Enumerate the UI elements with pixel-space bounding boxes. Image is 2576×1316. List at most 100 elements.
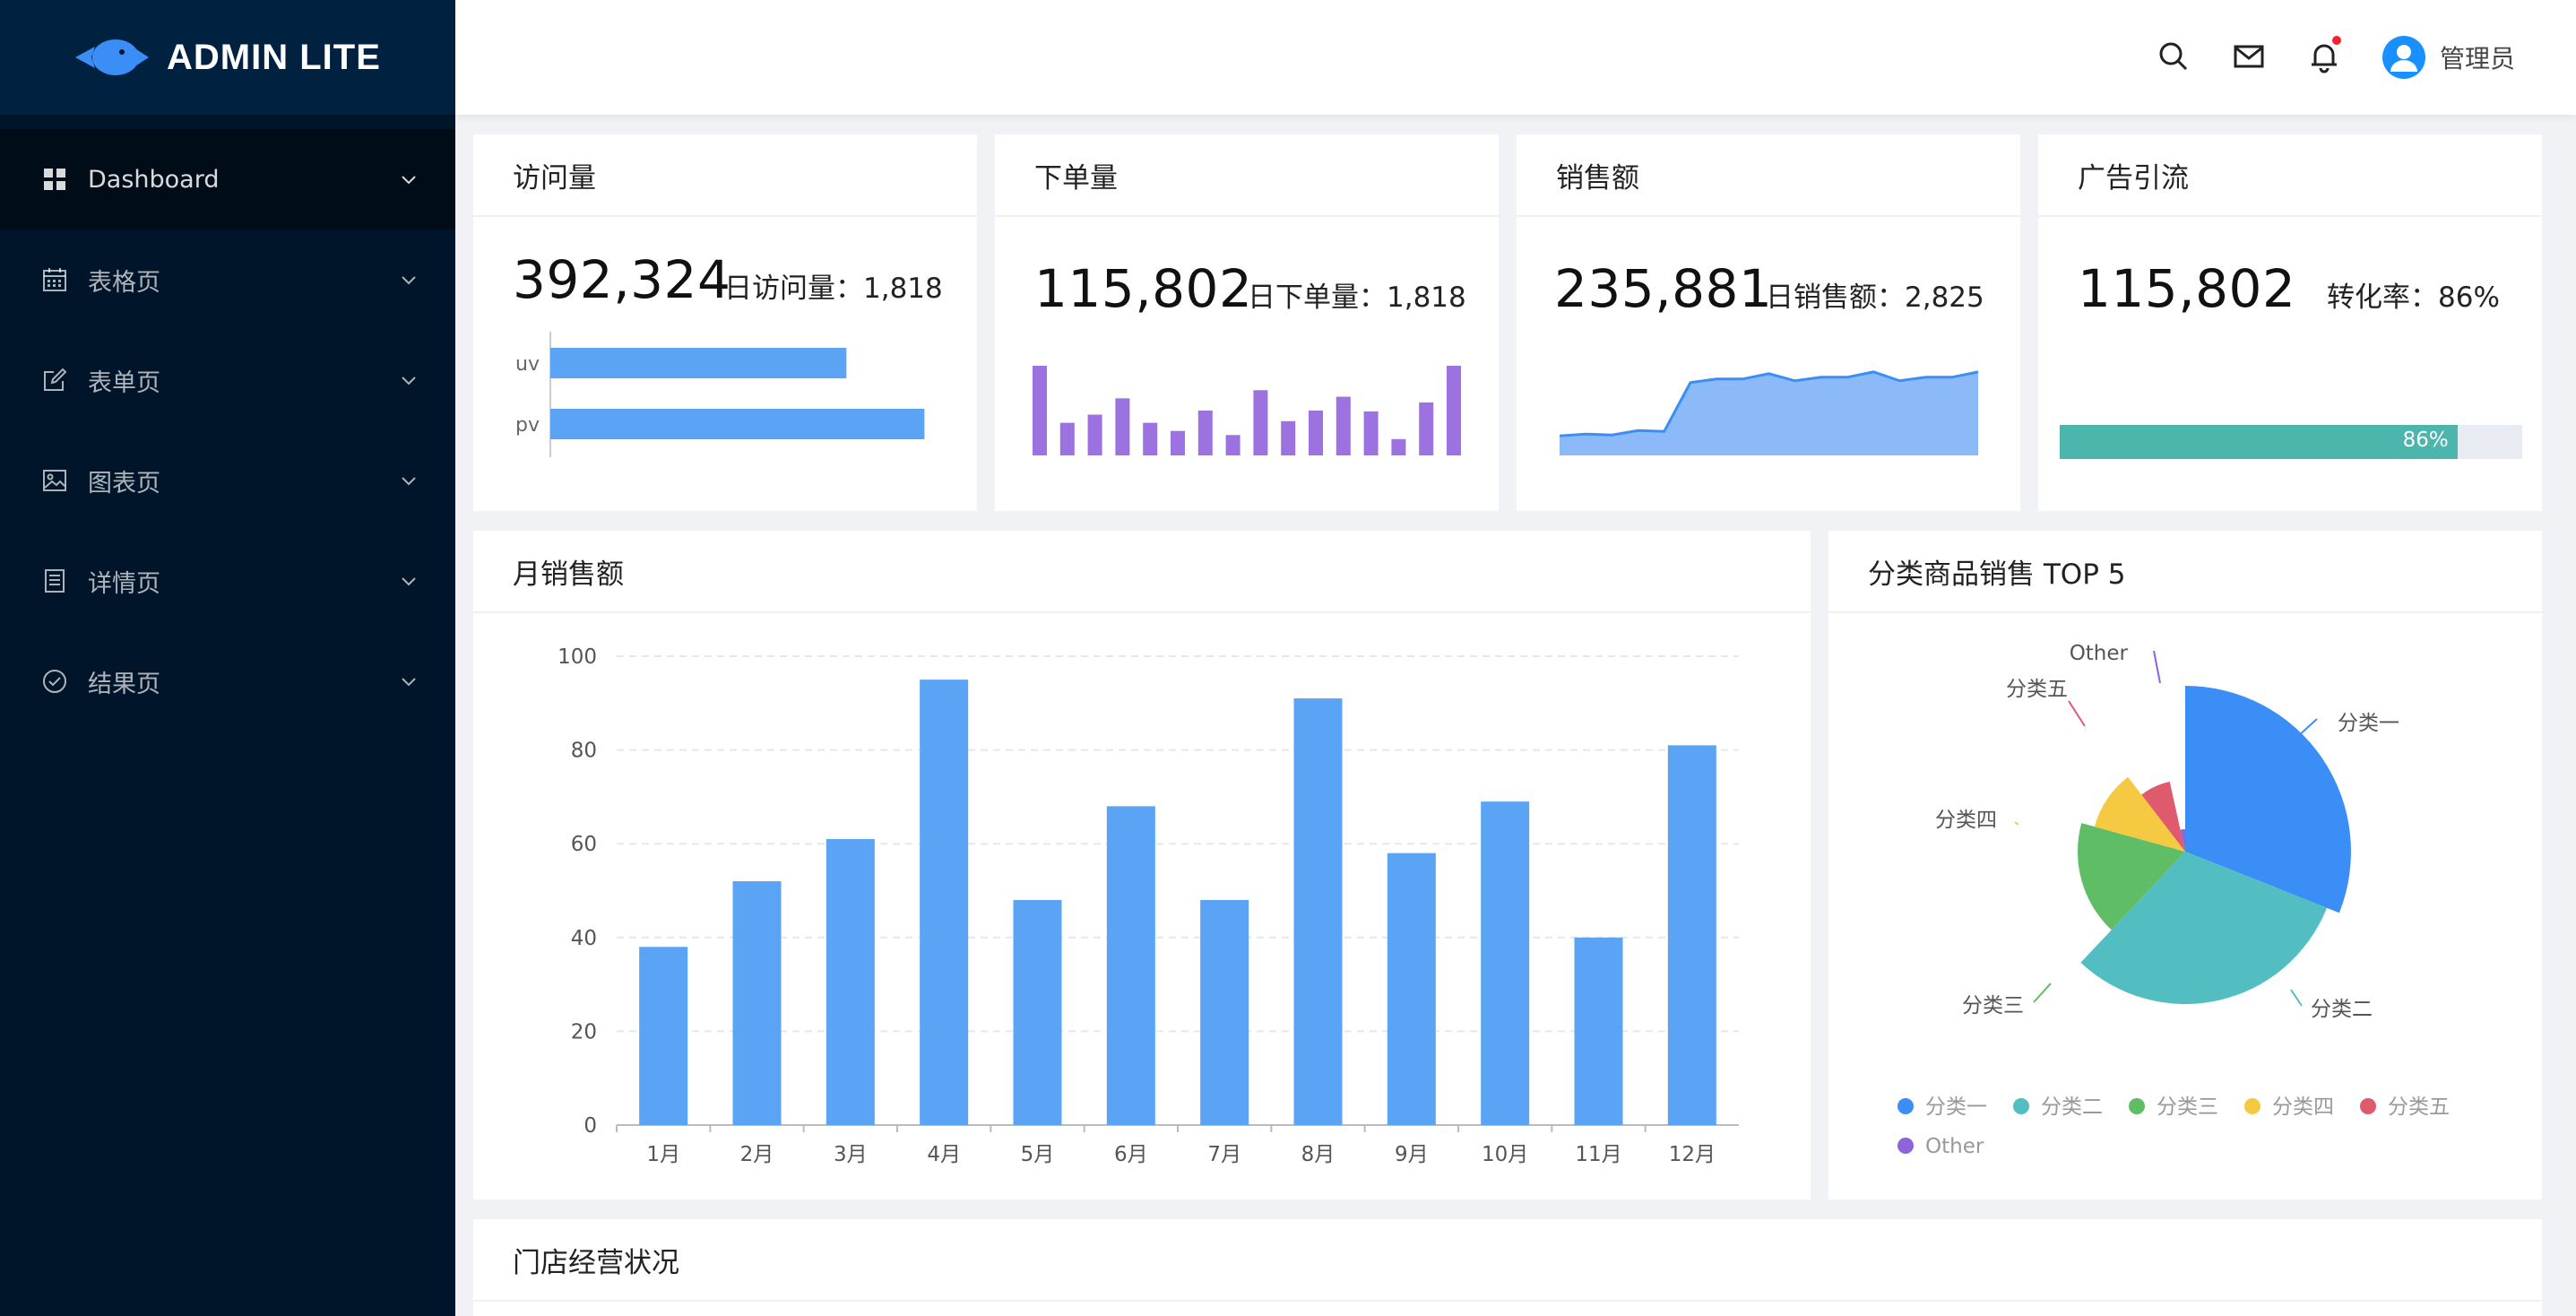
sidebar-menu: Dashboard 表格页 表单页 图表页 详情页 结果页 — [0, 129, 455, 732]
sidebar-item-result[interactable]: 结果页 — [0, 631, 455, 732]
orders-bar — [1419, 402, 1434, 455]
sales-card: 销售额 235,881 日销售额：2,825 — [1517, 134, 2020, 511]
chevron-down-icon — [400, 672, 418, 690]
monthly-x-tick-label: 12月 — [1669, 1143, 1716, 1166]
orders-mini-bar-chart — [1033, 366, 1461, 455]
mail-button[interactable] — [2230, 38, 2268, 75]
orders-bar — [1115, 398, 1130, 455]
monthly-bar — [920, 680, 969, 1125]
visits-daily-label: 日访问量： — [724, 273, 863, 305]
monthly-y-tick-label: 40 — [571, 927, 597, 950]
logo[interactable]: ADMIN LITE — [0, 0, 455, 115]
orders-bar — [1309, 411, 1323, 455]
uv-pv-bar — [550, 348, 847, 378]
top-header: 管理员 — [455, 0, 2576, 115]
notification-button[interactable] — [2305, 34, 2343, 75]
monthly-x-tick-label: 4月 — [927, 1143, 961, 1166]
ads-total: 115,802 — [2078, 258, 2296, 319]
stores-card: 门店经营状况 — [473, 1219, 2542, 1316]
uv-pv-bar — [550, 409, 925, 439]
orders-bar — [1197, 411, 1213, 455]
monthly-x-tick-label: 2月 — [740, 1143, 774, 1166]
monthly-bar — [1200, 899, 1249, 1125]
orders-bar — [1447, 366, 1461, 455]
pie-slice-label: 分类二 — [2311, 998, 2373, 1021]
fish-logo-icon — [75, 39, 149, 75]
monthly-y-tick-label: 60 — [571, 833, 597, 856]
ads-rate: 转化率：86% — [2327, 274, 2500, 315]
orders-bar — [1391, 438, 1406, 455]
monthly-x-tick-label: 11月 — [1575, 1143, 1621, 1166]
user-menu[interactable]: 管理员 — [2382, 36, 2515, 79]
conversion-progress-label: 86% — [2402, 429, 2449, 452]
monthly-x-tick-label: 6月 — [1114, 1143, 1148, 1166]
dashboard-icon — [41, 166, 68, 193]
monthly-bar — [826, 838, 875, 1125]
pie-label-line — [2033, 983, 2052, 1003]
monthly-y-tick-label: 0 — [583, 1114, 597, 1138]
pie-label-line — [2153, 650, 2161, 684]
monthly-x-tick-label: 3月 — [834, 1143, 868, 1166]
user-name: 管理员 — [2440, 44, 2516, 74]
monthly-bar — [1013, 899, 1062, 1125]
top5-rose-pie-chart: 分类一分类二分类三分类四分类五Other分类一 分类二 分类三 分类四 分类五Other — [1897, 642, 2450, 1158]
pie-slice-label: 分类四 — [1935, 809, 1997, 832]
sidebar-item-dashboard[interactable]: Dashboard — [0, 129, 455, 229]
sidebar-item-label: 表单页 — [88, 368, 160, 397]
notification-dot — [2330, 34, 2343, 47]
search-icon — [2159, 42, 2188, 71]
monthly-bar — [639, 947, 688, 1125]
monthly-x-tick-label: 7月 — [1207, 1143, 1241, 1166]
orders-bar — [1281, 420, 1296, 455]
sidebar-item-table[interactable]: 表格页 — [0, 229, 455, 330]
monthly-y-tick-label: 100 — [558, 645, 597, 669]
card-title: 访问量 — [473, 134, 977, 217]
sidebar-item-detail[interactable]: 详情页 — [0, 531, 455, 631]
edit-form-icon — [41, 367, 68, 394]
sidebar-item-label: 结果页 — [88, 670, 160, 698]
legend-label: 分类四 — [2272, 1095, 2334, 1119]
legend-dot — [1897, 1098, 1914, 1114]
legend-dot — [2244, 1098, 2260, 1114]
uv-pv-tick-label: pv — [515, 414, 540, 437]
sidebar-item-chart[interactable]: 图表页 — [0, 430, 455, 531]
search-button[interactable] — [2155, 38, 2192, 75]
chevron-down-icon — [400, 371, 418, 389]
monthly-bar — [1481, 801, 1530, 1125]
legend-dot — [2360, 1098, 2376, 1114]
orders-bar — [1171, 430, 1185, 455]
chevron-down-icon — [400, 271, 418, 289]
top5-card: 分类商品销售 TOP 5 分类一 分类二 分类三 分类四 分类五 Other 分类一 分类二分… — [1828, 531, 2542, 1199]
calendar-table-icon — [41, 266, 68, 293]
monthly-bar — [1106, 806, 1155, 1125]
visits-daily-value: 1,818 — [863, 273, 943, 305]
legend-label: Other — [1925, 1135, 1984, 1158]
pie-slice-label: 分类一 — [2338, 712, 2399, 735]
legend-label: 分类一 — [1925, 1095, 1987, 1119]
chevron-down-icon — [400, 572, 418, 590]
sales-area-fill — [1560, 371, 1978, 455]
monthly-bar — [1667, 745, 1716, 1125]
monthly-sales-bar-chart: 0 20 40 60 80 100 1月 2月 3月 4月 5月 6月 7月 8月 9月 10月 11月 12月 — [558, 645, 1739, 1166]
legend-dot — [1897, 1138, 1914, 1154]
orders-card: 下单量 115,802 日下单量：1,818 — [995, 134, 1499, 511]
monthly-y-tick-label: 80 — [571, 740, 597, 763]
monthly-x-tick-label: 10月 — [1482, 1143, 1528, 1166]
sidebar: ADMIN LITE Dashboard 表格页 表单页 图表页 详情页 结果页 — [0, 0, 455, 1316]
conversion-progress-fill: 86% — [2060, 425, 2458, 459]
pie-label-line — [2014, 821, 2019, 826]
visits-daily: 日访问量：1,818 — [724, 265, 943, 306]
pie-slice-label: 分类三 — [1962, 994, 2024, 1017]
avatar — [2382, 36, 2425, 79]
orders-bar — [1336, 396, 1351, 455]
legend-dot — [2013, 1098, 2029, 1114]
chevron-down-icon — [400, 472, 418, 489]
orders-bar — [1087, 414, 1102, 455]
sidebar-item-form[interactable]: 表单页 — [0, 330, 455, 430]
card-title: 广告引流 — [2038, 134, 2542, 217]
orders-bar — [1225, 435, 1240, 455]
monthly-bar — [1574, 937, 1623, 1125]
sales-area-chart — [1559, 370, 1979, 455]
detail-doc-icon — [41, 567, 68, 594]
monthly-bar — [1387, 853, 1436, 1125]
